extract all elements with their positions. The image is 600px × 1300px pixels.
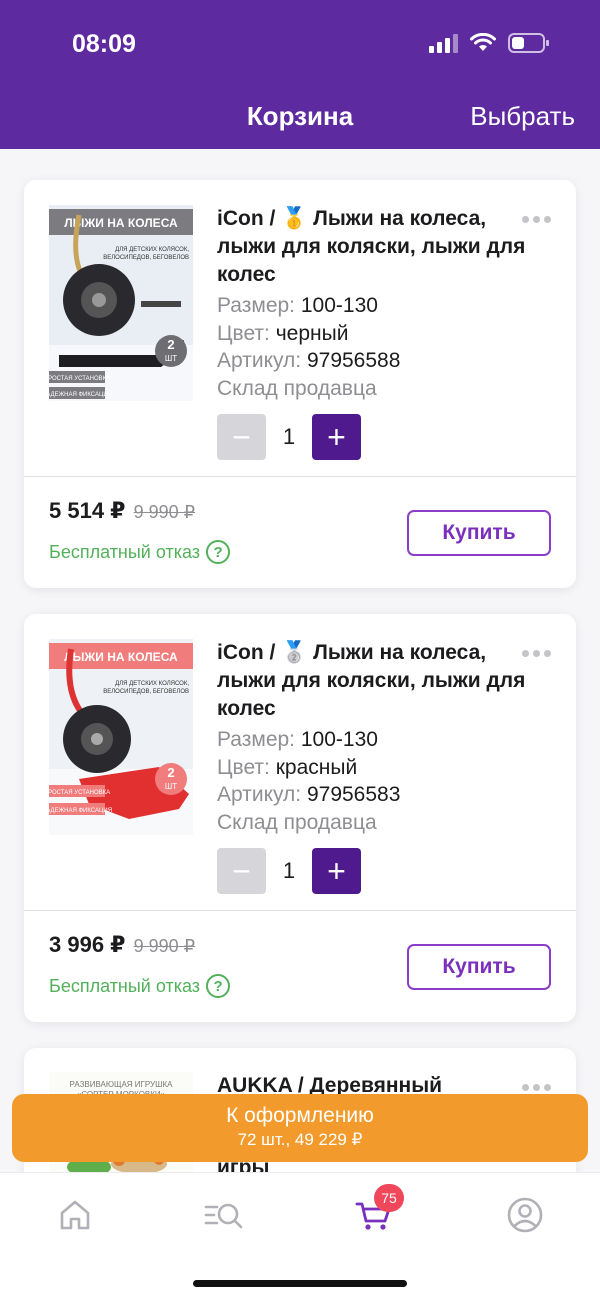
size-value: 100-130 (300, 728, 378, 751)
cart-badge: 75 (374, 1184, 404, 1212)
size-row: Размер: 100-130 (217, 292, 378, 320)
svg-text:2: 2 (167, 337, 174, 352)
status-time: 08:09 (72, 30, 136, 58)
image-heading: РАЗВИВАЮЩАЯ ИГРУШКА (70, 1080, 174, 1089)
product-image[interactable]: ЛЫЖИ НА КОЛЕСА ДЛЯ ДЕТСКИХ КОЛЯСОК, ВЕЛО… (49, 205, 193, 401)
divider (24, 476, 576, 477)
svg-text:ДЛЯ ДЕТСКИХ КОЛЯСОК,: ДЛЯ ДЕТСКИХ КОЛЯСОК, (115, 247, 189, 253)
product-title[interactable]: iCon / 🥇 Лыжи на колеса, лыжи для коляск… (217, 205, 527, 289)
cart-item-card: ЛЫЖИ НА КОЛЕСА ДЛЯ ДЕТСКИХ КОЛЯСОК, ВЕЛО… (24, 614, 576, 1022)
free-refusal-label: Бесплатный отказ (49, 975, 201, 996)
size-value: 100-130 (300, 294, 378, 317)
checkout-summary: 72 шт., 49 229 ₽ (237, 1130, 363, 1149)
warehouse-row: Склад продавца (217, 809, 377, 837)
tab-catalog[interactable] (204, 1195, 244, 1235)
quantity-value: 1 (282, 858, 296, 883)
size-label: Размер: (217, 294, 296, 317)
svg-text:ВЕЛОСИПЕДОВ, БЕГОВЕЛОВ: ВЕЛОСИПЕДОВ, БЕГОВЕЛОВ (103, 255, 189, 261)
current-price: 5 514 ₽ (49, 498, 126, 523)
help-icon[interactable]: ? (206, 540, 231, 564)
article-value: 97956588 (306, 349, 401, 372)
quantity-value: 1 (282, 424, 296, 449)
old-price: 9 990 ₽ (133, 936, 196, 956)
product-image[interactable]: ЛЫЖИ НА КОЛЕСА ДЛЯ ДЕТСКИХ КОЛЯСОК, ВЕЛО… (49, 639, 193, 835)
svg-text:ШТ: ШТ (165, 354, 177, 363)
decrease-quantity-button[interactable]: − (217, 414, 266, 460)
more-options-icon[interactable] (522, 650, 551, 657)
svg-text:ВЕЛОСИПЕДОВ, БЕГОВЕЛОВ: ВЕЛОСИПЕДОВ, БЕГОВЕЛОВ (103, 689, 189, 695)
battery-icon (508, 33, 549, 53)
color-row: Цвет: черный (217, 320, 348, 348)
svg-text:ПРОСТАЯ УСТАНОВКА: ПРОСТАЯ УСТАНОВКА (49, 790, 110, 796)
profile-icon (507, 1197, 543, 1233)
free-refusal-info[interactable]: Бесплатный отказ ? (49, 974, 231, 998)
checkout-button[interactable]: К оформлению 72 шт., 49 229 ₽ (12, 1094, 588, 1162)
svg-text:2: 2 (167, 765, 174, 780)
decrease-quantity-button[interactable]: − (217, 848, 266, 894)
quantity-stepper: − 1 + (217, 414, 361, 460)
warehouse-row: Склад продавца (217, 375, 377, 403)
more-options-icon[interactable] (522, 216, 551, 223)
more-options-icon[interactable] (522, 1084, 551, 1091)
home-icon (60, 1200, 90, 1230)
status-icons (429, 32, 550, 54)
svg-text:ДЛЯ ДЕТСКИХ КОЛЯСОК,: ДЛЯ ДЕТСКИХ КОЛЯСОК, (115, 681, 189, 687)
cart-item-card: ЛЫЖИ НА КОЛЕСА ДЛЯ ДЕТСКИХ КОЛЯСОК, ВЕЛО… (24, 180, 576, 588)
tab-home[interactable] (55, 1195, 95, 1235)
price-row: 5 514 ₽ 9 990 ₽ (49, 498, 195, 524)
svg-text:ПРОСТАЯ УСТАНОВКА: ПРОСТАЯ УСТАНОВКА (49, 376, 110, 382)
buy-button[interactable]: Купить (407, 944, 551, 990)
help-icon[interactable]: ? (206, 974, 231, 998)
size-label: Размер: (217, 728, 296, 751)
article-row: Артикул: 97956583 (217, 781, 400, 809)
current-price: 3 996 ₽ (49, 932, 126, 957)
svg-text:НАДЕЖНАЯ ФИКСАЦИЯ: НАДЕЖНАЯ ФИКСАЦИЯ (49, 808, 112, 814)
buy-button[interactable]: Купить (407, 510, 551, 556)
svg-text:НАДЕЖНАЯ ФИКСАЦИЯ: НАДЕЖНАЯ ФИКСАЦИЯ (49, 392, 112, 398)
warehouse-label: Склад продавца (217, 811, 377, 834)
old-price: 9 990 ₽ (133, 502, 196, 522)
color-value: красный (275, 756, 358, 779)
free-refusal-info[interactable]: Бесплатный отказ ? (49, 540, 231, 564)
size-row: Размер: 100-130 (217, 726, 378, 754)
color-label: Цвет: (217, 322, 270, 345)
color-value: черный (275, 322, 349, 345)
article-label: Артикул: (217, 349, 302, 372)
cellular-signal-icon (429, 33, 458, 53)
warehouse-label: Склад продавца (217, 377, 377, 400)
svg-text:ШТ: ШТ (165, 782, 177, 791)
article-row: Артикул: 97956588 (217, 347, 400, 375)
article-label: Артикул: (217, 783, 302, 806)
quantity-stepper: − 1 + (217, 848, 361, 894)
increase-quantity-button[interactable]: + (312, 414, 361, 460)
divider (24, 910, 576, 911)
catalog-search-icon (204, 1203, 243, 1229)
product-title[interactable]: iCon / 🥈 Лыжи на колеса, лыжи для коляск… (217, 639, 527, 723)
app-header: 08:09 Корзина Выбрать (0, 0, 600, 149)
increase-quantity-button[interactable]: + (312, 848, 361, 894)
checkout-label: К оформлению (226, 1104, 374, 1127)
free-refusal-label: Бесплатный отказ (49, 541, 201, 562)
color-row: Цвет: красный (217, 754, 357, 782)
price-row: 3 996 ₽ 9 990 ₽ (49, 932, 195, 958)
color-label: Цвет: (217, 756, 270, 779)
select-button[interactable]: Выбрать (470, 101, 575, 132)
image-heading: ЛЫЖИ НА КОЛЕСА (64, 650, 178, 664)
home-indicator (193, 1280, 407, 1287)
article-value: 97956583 (306, 783, 401, 806)
image-heading: ЛЫЖИ НА КОЛЕСА (64, 216, 178, 230)
tab-profile[interactable] (505, 1195, 545, 1235)
wifi-icon (470, 33, 496, 51)
